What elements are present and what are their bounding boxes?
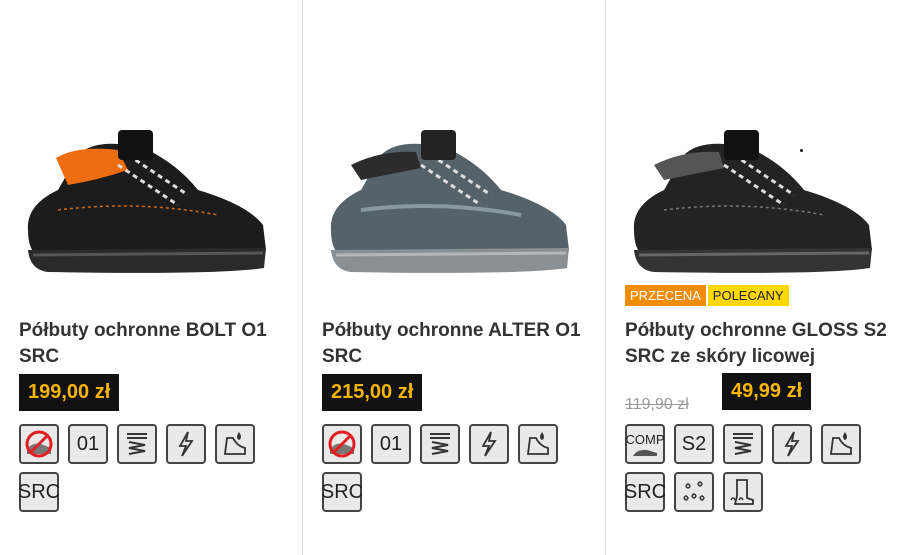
price-tag: 215,00 zł <box>322 374 423 411</box>
shoe-image <box>27 130 266 273</box>
s2-icon: S2 <box>674 424 714 464</box>
price-tag: 49,99 zł <box>722 373 812 410</box>
composite-toe-label: COMP <box>625 431 665 447</box>
sale-badge: PRZECENA <box>625 285 706 306</box>
src-icon: SRC <box>18 472 60 512</box>
shock-absorption-icon <box>117 424 157 464</box>
recommended-badge: POLECANY <box>707 285 789 306</box>
product-badges: PRZECENA POLECANY <box>625 285 789 306</box>
product-title[interactable]: Półbuty ochronne BOLT O1 SRC <box>19 318 289 370</box>
o1-icon: 01 <box>371 424 411 464</box>
product-image[interactable] <box>303 110 605 290</box>
product-card[interactable]: PRZECENA POLECANY Półbuty ochronne GLOSS… <box>606 0 907 555</box>
composite-toe-icon: COMP <box>625 424 665 464</box>
product-image[interactable] <box>606 110 907 290</box>
old-price: 119,90 zł <box>625 396 689 413</box>
fuel-oil-resistance-icon <box>821 424 861 464</box>
o1-icon: 01 <box>68 424 108 464</box>
certification-icons: 01 SRC <box>18 424 289 512</box>
antistatic-icon <box>166 424 206 464</box>
certification-icons: COMP S2 SRC <box>624 424 895 512</box>
antistatic-icon <box>772 424 812 464</box>
product-image[interactable] <box>0 110 302 290</box>
fuel-oil-resistance-icon <box>518 424 558 464</box>
product-card[interactable]: Półbuty ochronne BOLT O1 SRC 199,00 zł 0… <box>0 0 302 555</box>
heat-sole-icon <box>723 472 763 512</box>
shoe-image <box>330 130 569 273</box>
certification-icons: 01 SRC <box>321 424 592 512</box>
shoe-image <box>633 130 872 273</box>
product-title[interactable]: Półbuty ochronne GLOSS S2 SRC ze skóry l… <box>625 318 895 370</box>
price-tag: 199,00 zł <box>19 374 120 411</box>
shock-absorption-icon <box>723 424 763 464</box>
product-card[interactable]: Półbuty ochronne ALTER O1 SRC 215,00 zł … <box>303 0 605 555</box>
no-steel-toe-icon <box>322 424 362 464</box>
shock-absorption-icon <box>420 424 460 464</box>
src-icon: SRC <box>624 472 666 512</box>
stray-dot <box>800 149 803 152</box>
fuel-oil-resistance-icon <box>215 424 255 464</box>
antistatic-icon <box>469 424 509 464</box>
water-resistance-icon <box>674 472 714 512</box>
src-icon: SRC <box>321 472 363 512</box>
product-title[interactable]: Półbuty ochronne ALTER O1 SRC <box>322 318 592 370</box>
no-steel-toe-icon <box>19 424 59 464</box>
